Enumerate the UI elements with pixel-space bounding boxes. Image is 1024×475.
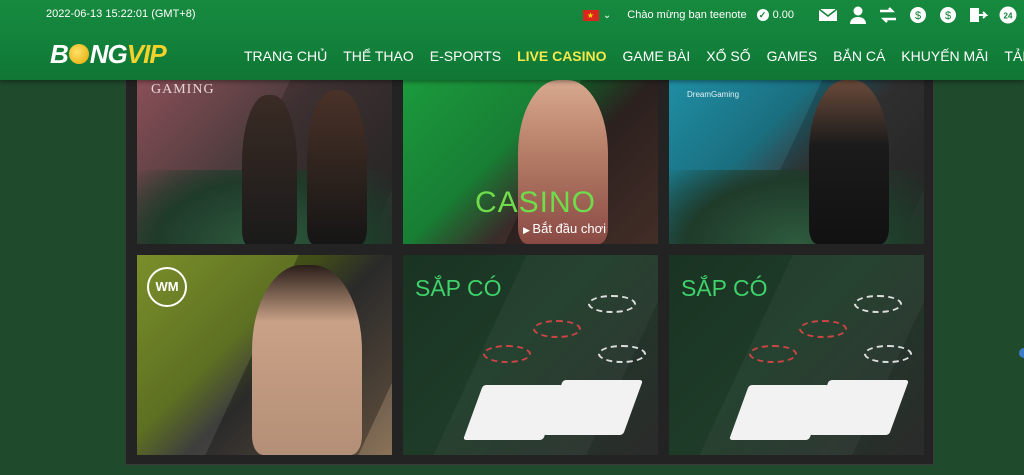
- nav-item-sports[interactable]: THỂ THAO: [335, 46, 422, 66]
- start-play-button[interactable]: Bắt đầu chơi: [523, 221, 606, 236]
- nav-item-promotions[interactable]: KHUYẾN MÃI: [893, 46, 996, 66]
- coming-soon-label: SẮP CÓ: [681, 275, 768, 301]
- site-logo[interactable]: B NG VIP: [50, 38, 167, 70]
- welcome-text: Chào mừng bạn teenote: [627, 9, 747, 21]
- nav-item-lottery[interactable]: XỔ SỐ: [698, 46, 758, 66]
- nav-item-esports[interactable]: E-SPORTS: [422, 46, 509, 66]
- check-icon: ✓: [756, 9, 769, 21]
- dealer-image: [242, 95, 297, 244]
- scroll-indicator[interactable]: [1019, 348, 1024, 358]
- nav-item-card-games[interactable]: GAME BÀI: [615, 46, 699, 66]
- casino-tile-ag[interactable]: GAMING: [137, 80, 392, 244]
- nav-item-live-casino[interactable]: LIVE CASINO: [509, 46, 614, 66]
- support-24-icon[interactable]: 24: [998, 5, 1018, 25]
- dealer-image: [809, 80, 889, 244]
- site-header: 2022-06-13 15:22:01 (GMT+8) ⌄ Chào mừng …: [0, 0, 1024, 80]
- balance-value: 0.00: [772, 9, 794, 21]
- chip-image: [854, 295, 902, 313]
- chip-image: [598, 345, 646, 363]
- mail-icon[interactable]: [818, 5, 838, 25]
- nav-item-games[interactable]: GAMES: [759, 46, 826, 66]
- logo-text-1: B: [50, 38, 69, 69]
- chip-image: [533, 320, 581, 338]
- deposit-icon[interactable]: $: [908, 5, 928, 25]
- football-icon: [68, 44, 89, 64]
- nav-item-fishing[interactable]: BẮN CÁ: [825, 46, 893, 66]
- casino-tile-coming-soon-1[interactable]: SẮP CÓ: [403, 255, 658, 455]
- provider-label: DreamGaming: [687, 90, 740, 99]
- casino-tile-wm[interactable]: WM: [137, 255, 392, 455]
- balance[interactable]: ✓ 0.00: [756, 9, 794, 21]
- svg-text:24: 24: [1004, 12, 1013, 21]
- casino-tile-coming-soon-2[interactable]: SẮP CÓ: [669, 255, 924, 455]
- coming-soon-label: SẮP CÓ: [415, 275, 502, 301]
- logo-text-3: VIP: [126, 38, 167, 69]
- logout-icon[interactable]: [968, 5, 988, 25]
- chip-image: [483, 345, 531, 363]
- datetime: 2022-06-13 15:22:01 (GMT+8): [46, 8, 196, 20]
- svg-text:$: $: [945, 10, 951, 22]
- chip-image: [588, 295, 636, 313]
- withdraw-icon[interactable]: $: [938, 5, 958, 25]
- user-icon[interactable]: [848, 5, 868, 25]
- provider-label: GAMING: [151, 82, 215, 97]
- chevron-down-icon[interactable]: ⌄: [603, 10, 611, 21]
- casino-tile-dreamgaming[interactable]: DreamGaming: [669, 80, 924, 244]
- wm-logo: WM: [147, 267, 187, 307]
- chip-image: [799, 320, 847, 338]
- transfer-icon[interactable]: [878, 5, 898, 25]
- casino-tile-ebet[interactable]: CASINO Bắt đầu chơi: [403, 80, 658, 244]
- nav-item-download-app[interactable]: TẢI APP: [996, 46, 1024, 66]
- dealer-image: [307, 90, 367, 244]
- dealer-image: [252, 265, 362, 455]
- chip-image: [864, 345, 912, 363]
- casino-title: CASINO: [475, 186, 597, 219]
- vietnam-flag-icon[interactable]: [582, 9, 599, 21]
- chip-image: [749, 345, 797, 363]
- casino-grid: GAMING CASINO Bắt đầu chơi DreamGaming W…: [125, 80, 934, 465]
- svg-text:$: $: [915, 10, 921, 22]
- nav-item-home[interactable]: TRANG CHỦ: [236, 46, 335, 66]
- logo-text-2: NG: [89, 38, 128, 69]
- top-bar: ⌄ Chào mừng bạn teenote ✓ 0.00 $ $ 24: [582, 4, 1018, 26]
- main-nav: TRANG CHỦ THỂ THAO E-SPORTS LIVE CASINO …: [236, 46, 1024, 66]
